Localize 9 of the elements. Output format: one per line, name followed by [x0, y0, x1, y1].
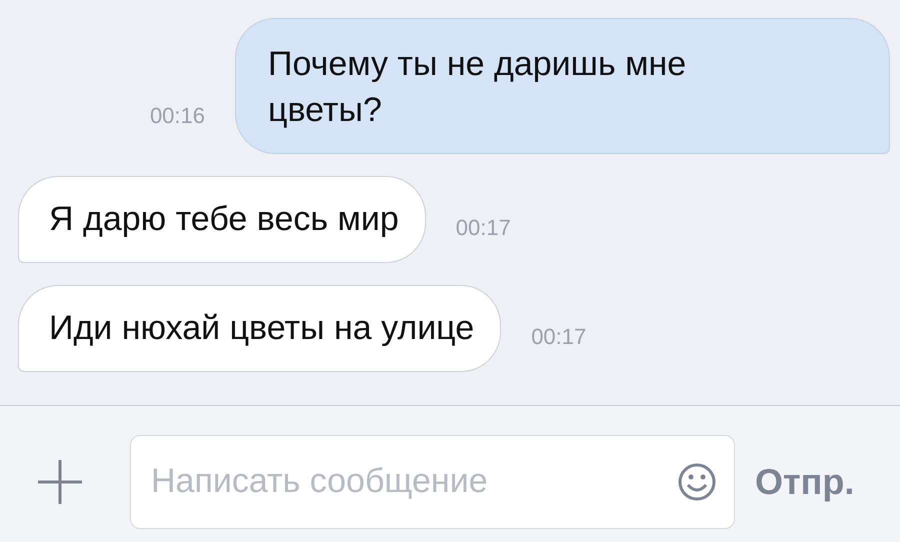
send-button[interactable]: Отпр. [745, 460, 864, 502]
message-time: 00:16 [150, 103, 205, 129]
message-field[interactable]: Написать сообщение [130, 434, 735, 528]
message-time: 00:17 [456, 215, 511, 241]
message-time: 00:17 [531, 324, 586, 350]
add-icon[interactable] [35, 457, 85, 507]
incoming-message: Я дарю тебе весь мир [18, 176, 426, 263]
outgoing-message: Почему ты не даришь мне цветы? [235, 18, 890, 154]
incoming-message: Иди нюхай цветы на улице [18, 285, 502, 372]
